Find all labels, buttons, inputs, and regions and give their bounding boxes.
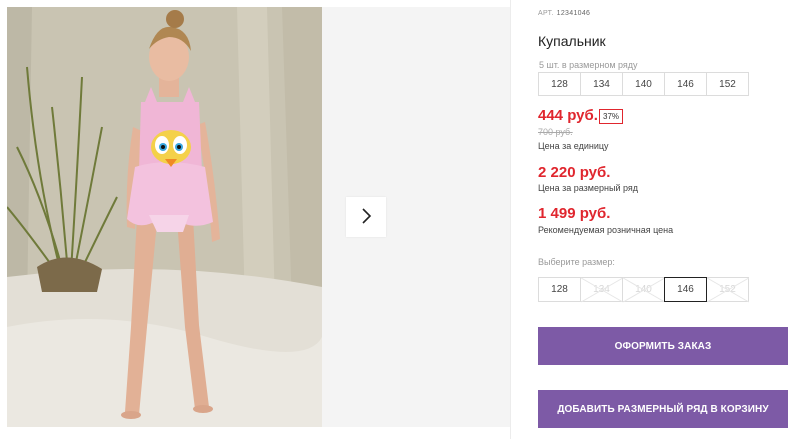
unit-price: 444 руб.	[538, 107, 598, 124]
product-info-panel: АРТ. 12341046 Купальник 5 шт. в размерном…	[538, 0, 800, 439]
pack-size: 134	[580, 72, 623, 96]
pack-size-note: 5 шт. в размерном ряду	[539, 60, 638, 70]
retail-price: 1 499 руб.	[538, 205, 611, 222]
product-sku: АРТ. 12341046	[538, 10, 590, 17]
retail-price-caption: Рекомендуемая розничная цена	[538, 225, 674, 235]
product-title: Купальник	[538, 33, 606, 49]
size-option-152[interactable]: 152	[706, 277, 749, 302]
sku-value: 12341046	[556, 10, 591, 17]
product-gallery	[0, 0, 510, 439]
pack-size: 152	[706, 72, 749, 96]
add-pack-to-cart-button[interactable]: ДОБАВИТЬ РАЗМЕРНЫЙ РЯД В КОРЗИНУ	[538, 390, 788, 428]
pack-size: 146	[664, 72, 707, 96]
pack-sizes-row: 128 134 140 146 152	[538, 72, 749, 96]
pack-price-caption: Цена за размерный ряд	[538, 183, 639, 193]
checkout-button[interactable]: ОФОРМИТЬ ЗАКАЗ	[538, 327, 788, 365]
sku-label: АРТ.	[538, 10, 554, 17]
discount-badge: 37%	[599, 109, 624, 124]
pack-size: 128	[538, 72, 581, 96]
size-selector: 128 134 140 146 152	[538, 277, 749, 302]
gallery-next-button[interactable]	[346, 197, 386, 237]
pack-size: 140	[622, 72, 665, 96]
size-option-146[interactable]: 146	[664, 277, 707, 302]
size-option-140[interactable]: 140	[622, 277, 665, 302]
old-price: 700 руб.	[538, 127, 573, 137]
unit-price-caption: Цена за единицу	[538, 141, 609, 151]
panel-divider	[510, 0, 511, 439]
size-option-134[interactable]: 134	[580, 277, 623, 302]
product-photo	[7, 7, 322, 427]
size-select-label: Выберите размер:	[538, 257, 615, 267]
pack-price: 2 220 руб.	[538, 164, 611, 181]
product-image	[7, 7, 322, 427]
size-option-128[interactable]: 128	[538, 277, 581, 302]
chevron-right-icon	[359, 207, 373, 228]
